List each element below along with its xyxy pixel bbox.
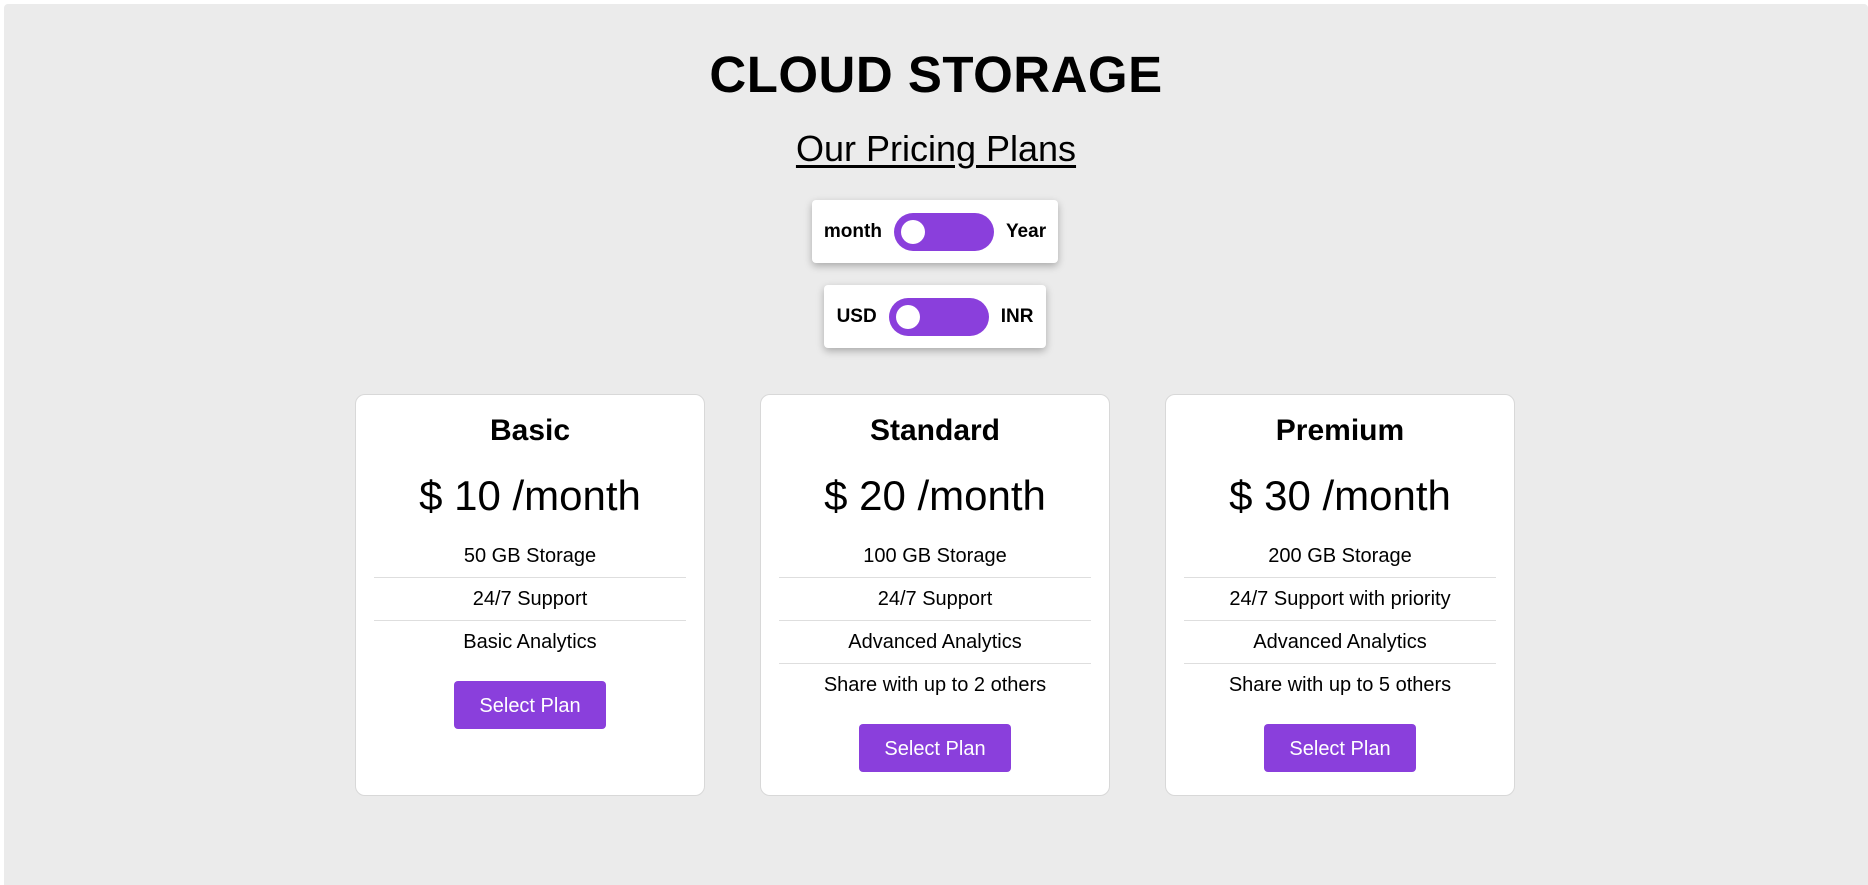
select-plan-button-premium[interactable]: Select Plan bbox=[1264, 724, 1416, 772]
switch-knob bbox=[900, 219, 925, 244]
billing-period-switch[interactable] bbox=[893, 212, 994, 251]
plan-name: Basic bbox=[489, 414, 571, 447]
plan-features: 100 GB Storage 24/7 Support Advanced Ana… bbox=[779, 535, 1091, 707]
feature-item: 24/7 Support bbox=[374, 578, 686, 621]
plan-name: Standard bbox=[869, 414, 1001, 447]
plan-features: 50 GB Storage 24/7 Support Basic Analyti… bbox=[374, 535, 686, 664]
currency-usd-label: USD bbox=[836, 305, 877, 327]
plan-card-basic: Basic $ 10 /month 50 GB Storage 24/7 Sup… bbox=[355, 394, 705, 796]
switch-knob bbox=[895, 304, 920, 329]
plan-price: $ 20 /month bbox=[824, 472, 1046, 519]
select-plan-button-standard[interactable]: Select Plan bbox=[859, 724, 1011, 772]
currency-inr-label: INR bbox=[1000, 305, 1034, 327]
billing-year-label: Year bbox=[1005, 220, 1047, 242]
feature-item: Advanced Analytics bbox=[779, 621, 1091, 664]
billing-month-label: month bbox=[823, 220, 882, 242]
plan-card-premium: Premium $ 30 /month 200 GB Storage 24/7 … bbox=[1165, 394, 1515, 796]
feature-item: Share with up to 2 others bbox=[823, 674, 1047, 696]
currency-switch[interactable] bbox=[888, 297, 989, 336]
feature-item: 24/7 Support bbox=[779, 578, 1091, 621]
page-title: CLOUD STORAGE bbox=[709, 46, 1163, 103]
feature-item: Share with up to 5 others bbox=[1228, 674, 1452, 696]
feature-item: 100 GB Storage bbox=[779, 535, 1091, 578]
feature-item: Basic Analytics bbox=[463, 631, 597, 653]
plan-card-standard: Standard $ 20 /month 100 GB Storage 24/7… bbox=[760, 394, 1110, 796]
page-background: CLOUD STORAGE Our Pricing Plans month Ye… bbox=[4, 4, 1868, 885]
plan-name: Premium bbox=[1275, 414, 1405, 447]
feature-item: 200 GB Storage bbox=[1184, 535, 1496, 578]
feature-item: Advanced Analytics bbox=[1184, 621, 1496, 664]
select-plan-button-basic[interactable]: Select Plan bbox=[454, 681, 606, 729]
plan-price: $ 30 /month bbox=[1229, 472, 1451, 519]
feature-item: 50 GB Storage bbox=[374, 535, 686, 578]
plan-price: $ 10 /month bbox=[419, 472, 641, 519]
currency-toggle: USD INR bbox=[824, 285, 1046, 348]
plan-features: 200 GB Storage 24/7 Support with priorit… bbox=[1184, 535, 1496, 707]
page-subtitle: Our Pricing Plans bbox=[795, 128, 1077, 169]
billing-period-toggle: month Year bbox=[812, 200, 1058, 263]
feature-item: 24/7 Support with priority bbox=[1184, 578, 1496, 621]
